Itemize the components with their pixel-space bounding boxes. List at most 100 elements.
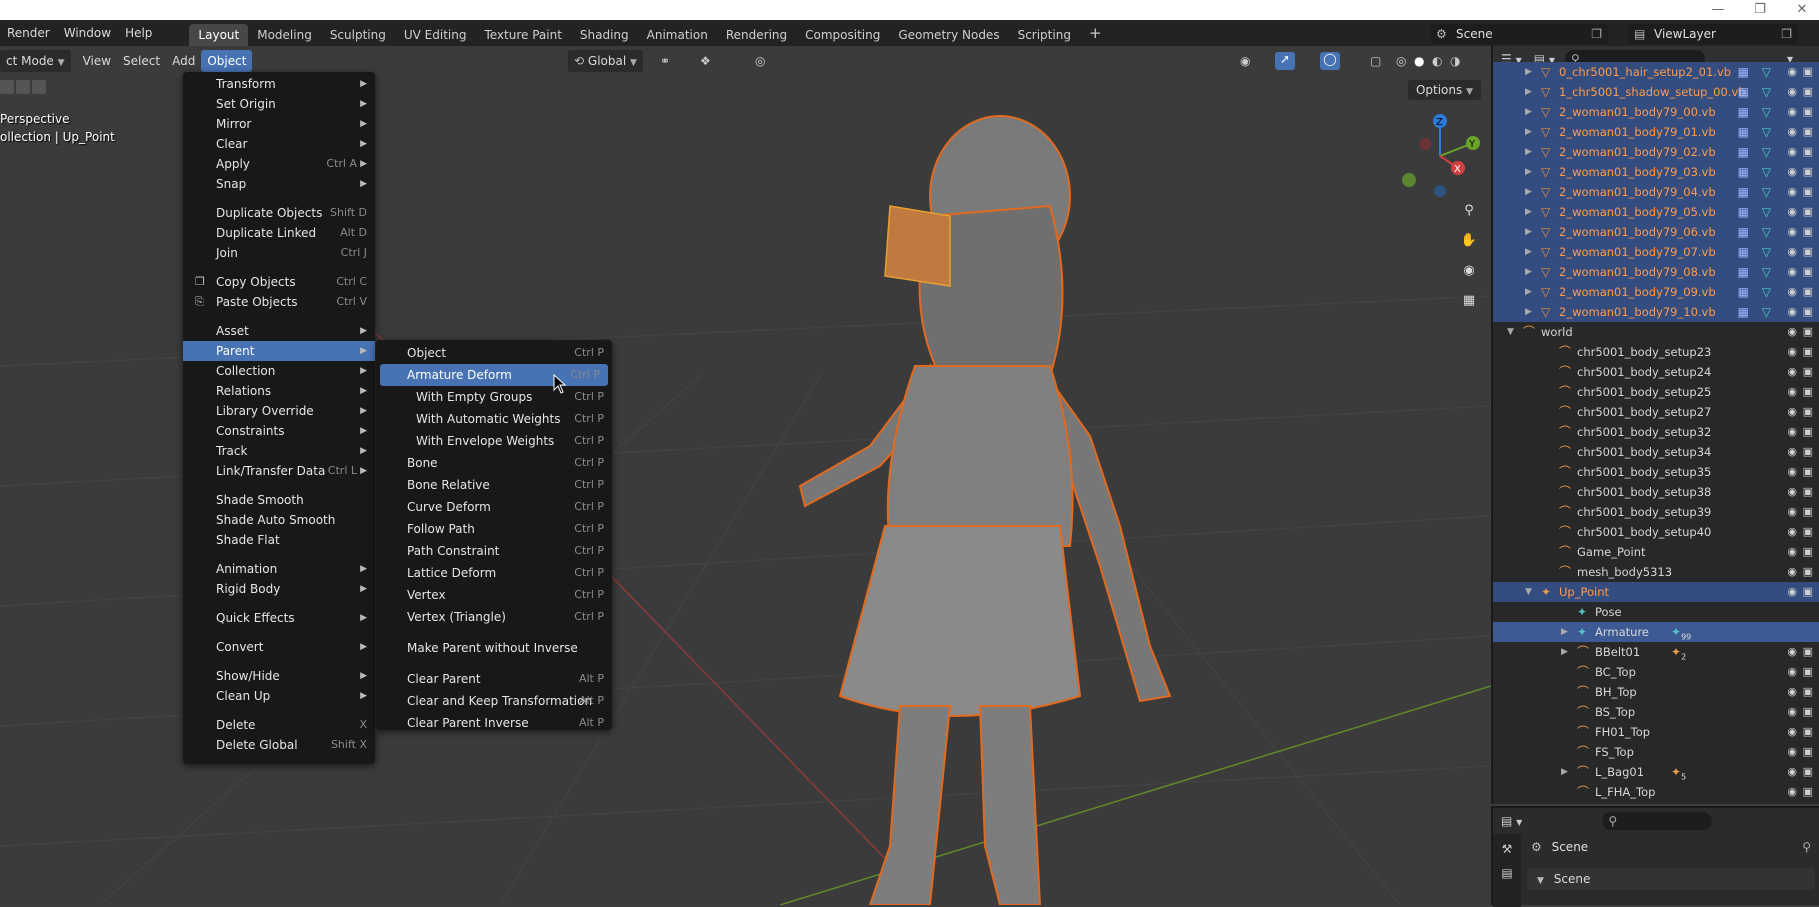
eye-icon[interactable]: ◉ [1787, 102, 1797, 122]
object-menu-item-relations[interactable]: Relations ▶ [183, 381, 375, 401]
object-menu-item-clear[interactable]: Clear ▶ [183, 134, 375, 154]
parent-menu-item-vertex-triangle[interactable]: Vertex (Triangle) Ctrl P [376, 606, 612, 628]
outliner-row[interactable]: ▶ ⌒ L_Bag01 ✦5 ◉ ▣ [1493, 762, 1819, 782]
eye-icon[interactable]: ◉ [1787, 662, 1797, 682]
eye-icon[interactable]: ◉ [1787, 362, 1797, 382]
outliner-row[interactable]: ⌒ mesh_body5313 ◉ ▣ [1493, 562, 1819, 582]
outliner-row[interactable]: ⌒ chr5001_body_setup39 ◉ ▣ [1493, 502, 1819, 522]
camera-icon[interactable]: ▣ [1803, 82, 1813, 102]
tab-rendering[interactable]: Rendering [717, 24, 796, 46]
camera-icon[interactable]: ▣ [1803, 702, 1813, 722]
object-menu-item-join[interactable]: Join Ctrl J [183, 243, 375, 263]
camera-icon[interactable]: ▣ [1803, 302, 1813, 322]
outliner-row[interactable]: ⌒ chr5001_body_setup32 ◉ ▣ [1493, 422, 1819, 442]
options-dropdown[interactable]: Options ▼ [1407, 80, 1481, 100]
tab-geometry-nodes[interactable]: Geometry Nodes [889, 24, 1008, 46]
expand-arrow-icon[interactable]: ▶ [1525, 142, 1532, 162]
render-tab-icon[interactable]: ▤ [1493, 866, 1521, 880]
object-menu-item-shade-smooth[interactable]: Shade Smooth [183, 490, 375, 510]
eye-icon[interactable]: ◉ [1787, 342, 1797, 362]
expand-arrow-icon[interactable]: ▶ [1561, 642, 1568, 662]
eye-icon[interactable]: ◉ [1787, 282, 1797, 302]
camera-icon[interactable]: ▣ [1803, 402, 1813, 422]
object-menu-item-duplicate-linked[interactable]: Duplicate Linked Alt D [183, 223, 375, 243]
outliner-row[interactable]: ⌒ chr5001_body_setup27 ◉ ▣ [1493, 402, 1819, 422]
outliner-row[interactable]: ▶ ▽ 0_chr5001_hair_setup2_01.vb ▦ ▽ ◉ ▣ [1493, 62, 1819, 82]
menu-render[interactable]: Render [0, 22, 57, 44]
tab-modeling[interactable]: Modeling [248, 24, 321, 46]
camera-icon[interactable]: ▣ [1803, 122, 1813, 142]
viewport-menu-add[interactable]: Add [166, 50, 201, 72]
parent-menu-item-object[interactable]: Object Ctrl P [376, 342, 612, 364]
outliner-row[interactable]: ▶ ⌒ BBelt01 ✦2 ◉ ▣ [1493, 642, 1819, 662]
object-menu-item-rigid-body[interactable]: Rigid Body ▶ [183, 579, 375, 599]
outliner-row[interactable]: ▶ ▽ 2_woman01_body79_02.vb ▦ ▽ ◉ ▣ [1493, 142, 1819, 162]
camera-icon[interactable]: ▣ [1803, 62, 1813, 82]
tab-layout[interactable]: Layout [189, 24, 249, 46]
parent-menu-item-clear-parent-inverse[interactable]: Clear Parent Inverse Alt P [376, 712, 612, 734]
tab-scripting[interactable]: Scripting [1009, 24, 1080, 46]
tab-sculpting[interactable]: Sculpting [321, 24, 395, 46]
parent-menu-item-lattice-deform[interactable]: Lattice Deform Ctrl P [376, 562, 612, 584]
camera-icon[interactable]: ▣ [1803, 462, 1813, 482]
zoom-icon[interactable]: ⚲ [1456, 198, 1482, 224]
outliner-row[interactable]: ⌒ chr5001_body_setup25 ◉ ▣ [1493, 382, 1819, 402]
outliner-row[interactable]: ▶ ▽ 1_chr5001_shadow_setup_00.vb ▦ ▽ ◉ ▣ [1493, 82, 1819, 102]
expand-arrow-icon[interactable]: ▶ [1525, 222, 1532, 242]
outliner-row[interactable]: ▶ ▽ 2_woman01_body79_08.vb ▦ ▽ ◉ ▣ [1493, 262, 1819, 282]
outliner-row[interactable]: ▶ ▽ 2_woman01_body79_00.vb ▦ ▽ ◉ ▣ [1493, 102, 1819, 122]
mode-selector[interactable]: ct Mode ▼ [0, 50, 71, 72]
camera-icon[interactable]: ▣ [1803, 142, 1813, 162]
eye-icon[interactable]: ◉ [1787, 62, 1797, 82]
eye-icon[interactable]: ◉ [1787, 122, 1797, 142]
tab-texture-paint[interactable]: Texture Paint [475, 24, 570, 46]
eye-icon[interactable]: ◉ [1787, 522, 1797, 542]
eye-icon[interactable]: ◉ [1787, 262, 1797, 282]
expand-arrow-icon[interactable]: ▶ [1525, 102, 1532, 122]
object-menu-item-animation[interactable]: Animation ▶ [183, 559, 375, 579]
object-menu-item-transform[interactable]: Transform ▶ [183, 74, 375, 94]
parent-menu-item-curve-deform[interactable]: Curve Deform Ctrl P [376, 496, 612, 518]
camera-icon[interactable]: ▣ [1803, 542, 1813, 562]
camera-icon[interactable]: ▣ [1803, 262, 1813, 282]
camera-icon[interactable]: ▣ [1803, 562, 1813, 582]
view-layer-selector[interactable]: ▤ ViewLayer ❐ [1628, 24, 1798, 44]
parent-menu-item-path-constraint[interactable]: Path Constraint Ctrl P [376, 540, 612, 562]
eye-icon[interactable]: ◉ [1787, 302, 1797, 322]
eye-icon[interactable]: ◉ [1787, 702, 1797, 722]
outliner-row[interactable]: ▶ ▽ 2_woman01_body79_10.vb ▦ ▽ ◉ ▣ [1493, 302, 1819, 322]
close-icon[interactable]: ✕ [1792, 2, 1812, 18]
eye-icon[interactable]: ◉ [1787, 542, 1797, 562]
menu-help[interactable]: Help [118, 22, 159, 44]
camera-icon[interactable]: ▣ [1803, 102, 1813, 122]
eye-icon[interactable]: ◉ [1787, 142, 1797, 162]
expand-arrow-icon[interactable]: ▶ [1561, 622, 1568, 642]
expand-arrow-icon[interactable]: ▶ [1525, 62, 1532, 82]
pan-hand-icon[interactable]: ✋ [1456, 228, 1482, 254]
tool-tab-icon[interactable]: ⚒ [1493, 842, 1521, 856]
collapse-arrow-icon[interactable]: ▼ [1507, 322, 1514, 342]
parent-menu-item-follow-path[interactable]: Follow Path Ctrl P [376, 518, 612, 540]
outliner-row[interactable]: ▶ ▽ 2_woman01_body79_04.vb ▦ ▽ ◉ ▣ [1493, 182, 1819, 202]
outliner-row[interactable]: ⌒ FS_Top ◉ ▣ [1493, 742, 1819, 762]
camera-icon[interactable]: ▣ [1803, 382, 1813, 402]
object-menu-item-delete[interactable]: Delete X [183, 715, 375, 735]
outliner-row[interactable]: ⌒ BS_Top ◉ ▣ [1493, 702, 1819, 722]
object-menu-item-asset[interactable]: Asset ▶ [183, 321, 375, 341]
eye-icon[interactable]: ◉ [1787, 582, 1797, 602]
camera-icon[interactable]: ▣ [1803, 522, 1813, 542]
object-menu-item-clean-up[interactable]: Clean Up ▶ [183, 686, 375, 706]
outliner-row[interactable]: ⌒ chr5001_body_setup23 ◉ ▣ [1493, 342, 1819, 362]
pivot-icon[interactable]: ⚭ [660, 54, 670, 68]
xray-icon[interactable]: ▢ [1370, 54, 1381, 68]
object-menu-item-mirror[interactable]: Mirror ▶ [183, 114, 375, 134]
eye-icon[interactable]: ◉ [1787, 742, 1797, 762]
object-menu-item-copy-objects[interactable]: ❐ Copy Objects Ctrl C [183, 272, 375, 292]
camera-icon[interactable]: ▣ [1803, 242, 1813, 262]
camera-icon[interactable]: ▣ [1803, 442, 1813, 462]
transform-orientation-selector[interactable]: ⟲ Global ▼ [568, 50, 643, 72]
select-box-icon[interactable] [0, 80, 14, 94]
object-menu-item-parent[interactable]: Parent ▶ [183, 341, 375, 361]
eye-icon[interactable]: ◉ [1787, 242, 1797, 262]
expand-arrow-icon[interactable]: ▶ [1561, 762, 1568, 782]
